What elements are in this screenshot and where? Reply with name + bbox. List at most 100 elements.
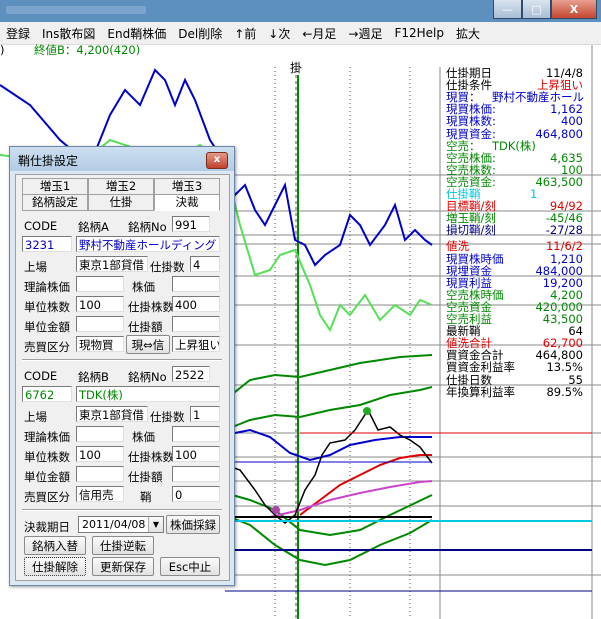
partial-label: )	[0, 43, 5, 57]
unit-amount-b-field[interactable]	[76, 466, 124, 482]
stock-no-a-field[interactable]: 991	[172, 216, 210, 232]
summary-value: -27/28	[545, 223, 583, 238]
menu-zoom[interactable]: 拡大	[450, 25, 486, 42]
stock-no-b-field[interactable]: 2522	[172, 366, 210, 382]
shares-a-label: 仕掛株数	[128, 300, 174, 314]
settle-date-label: 決裁期日	[24, 520, 70, 534]
trade-type-a-field[interactable]: 現物買	[76, 336, 124, 352]
menu-next[interactable]: ↓次	[262, 25, 296, 42]
price-label: 終値B：4,200(420)	[34, 43, 141, 57]
tab-add3[interactable]: 増玉3	[154, 178, 220, 195]
code-b-field[interactable]: 6762	[22, 386, 72, 402]
window-titlebar: — □ X	[0, 0, 601, 22]
market-b-field[interactable]: 東京1部貸借	[76, 406, 148, 422]
amount-a-label: 仕掛額	[128, 320, 163, 334]
spread-field[interactable]: 0	[172, 486, 220, 502]
section-divider	[22, 359, 222, 361]
amount-b-field[interactable]	[172, 466, 220, 482]
reverse-position-button[interactable]: 仕掛逆転	[92, 536, 154, 555]
code-a-field[interactable]: 3231	[22, 236, 72, 252]
maximize-button[interactable]: □	[522, 0, 551, 19]
spread-label: 鞘	[140, 490, 152, 504]
unit-shares-b-label: 単位株数	[24, 450, 70, 464]
unit-shares-a-field[interactable]: 100	[76, 296, 124, 312]
dialog-body: 増玉1 増玉2 増玉3 銘柄設定 仕掛 決裁 CODE 銘柄A 銘柄No 991…	[15, 174, 230, 581]
tab-settlement[interactable]: 決裁	[154, 194, 220, 211]
shares-b-label: 仕掛株数	[128, 450, 174, 464]
menu-help[interactable]: F12Help	[388, 26, 450, 40]
amount-a-field[interactable]	[172, 316, 220, 332]
price-b-label: 株価	[132, 430, 155, 444]
tab-add1[interactable]: 増玉1	[22, 178, 88, 195]
menu-delete[interactable]: Del削除	[172, 25, 228, 42]
price-a-label: 株価	[132, 280, 155, 294]
shares-a-field[interactable]: 400	[172, 296, 220, 312]
price-a-field[interactable]	[172, 276, 220, 292]
menu-prev[interactable]: ↑前	[228, 25, 262, 42]
window-title	[6, 6, 146, 14]
code-b-label: CODE	[24, 369, 58, 383]
stock-a-label: 銘柄A	[78, 220, 109, 234]
price-adopt-button[interactable]: 株価採録	[166, 515, 220, 534]
menu-bar: 登録 Ins散布図 End鞘株価 Del削除 ↑前 ↓次 ←月足 →週足 F12…	[0, 22, 601, 45]
save-button[interactable]: 更新保存	[92, 557, 154, 576]
section-divider	[22, 509, 222, 511]
price-b-field[interactable]	[172, 426, 220, 442]
band-lower-outer	[224, 514, 433, 567]
unit-amount-a-label: 単位金額	[24, 320, 70, 334]
market-a-field[interactable]: 東京1部貸借	[76, 256, 148, 272]
band-upper-mid	[224, 386, 433, 431]
count-b-field[interactable]: 1	[190, 406, 220, 422]
settle-date-select[interactable]: 2011/04/08 ▼	[78, 516, 164, 533]
low-marker	[272, 506, 280, 514]
tab-stock-settings[interactable]: 銘柄設定	[22, 194, 88, 211]
summary-value: 1	[530, 187, 538, 201]
moving-average-purple	[269, 480, 433, 518]
dialog-close-button[interactable]: x	[206, 152, 228, 169]
tab-add2[interactable]: 増玉2	[88, 178, 154, 195]
cancel-button[interactable]: Esc中止	[160, 557, 220, 576]
menu-spread-price[interactable]: End鞘株価	[101, 25, 172, 42]
market-b-label: 上場	[24, 410, 47, 424]
shares-b-field[interactable]: 100	[172, 446, 220, 462]
direction-field[interactable]: 上昇狙い	[172, 336, 220, 352]
summary-value: TDK(株)	[492, 138, 536, 153]
summary-label: 損切鞘/刻	[446, 223, 496, 238]
menu-scatter[interactable]: Ins散布図	[36, 25, 101, 42]
menu-monthly[interactable]: ←月足	[296, 25, 342, 42]
dialog-titlebar: 鞘仕掛設定 x	[10, 147, 234, 171]
stock-no-b-label: 銘柄No	[128, 370, 167, 384]
trade-type-b-field[interactable]: 信用売	[76, 486, 124, 502]
close-button[interactable]: X	[551, 0, 597, 19]
tab-position[interactable]: 仕掛	[88, 194, 154, 211]
minimize-button[interactable]: —	[493, 0, 522, 19]
stock-name-b-field[interactable]: TDK(株)	[76, 386, 220, 402]
count-b-label: 仕掛数	[150, 410, 185, 424]
high-marker	[363, 407, 371, 415]
window-controls: — □ X	[493, 0, 597, 19]
trade-type-a-label: 売買区分	[24, 340, 70, 354]
theory-price-a-label: 理論株価	[24, 280, 70, 294]
trade-type-b-label: 売買区分	[24, 490, 70, 504]
menu-register[interactable]: 登録	[0, 25, 36, 42]
count-a-field[interactable]: 4	[190, 256, 220, 272]
unit-shares-a-label: 単位株数	[24, 300, 70, 314]
settle-date-value: 2011/04/08	[82, 518, 146, 531]
cash-credit-toggle-button[interactable]: 現⇔信	[126, 335, 170, 354]
count-a-label: 仕掛数	[150, 260, 185, 274]
stock-name-a-field[interactable]: 野村不動産ホールディング	[76, 236, 220, 252]
position-settings-dialog: 鞘仕掛設定 x 増玉1 増玉2 増玉3 銘柄設定 仕掛 決裁 CODE 銘柄A …	[9, 146, 235, 586]
unit-amount-a-field[interactable]	[76, 316, 124, 332]
chevron-down-icon[interactable]: ▼	[148, 517, 163, 532]
unit-shares-b-field[interactable]: 100	[76, 446, 124, 462]
summary-value: 89.5%	[546, 384, 583, 399]
stock-b-label: 銘柄B	[78, 370, 109, 384]
stock-no-a-label: 銘柄No	[128, 220, 167, 234]
swap-stocks-button[interactable]: 銘柄入替	[24, 536, 86, 555]
theory-price-b-field[interactable]	[76, 426, 124, 442]
amount-b-label: 仕掛額	[128, 470, 163, 484]
market-a-label: 上場	[24, 260, 47, 274]
release-position-button[interactable]: 仕掛解除	[24, 557, 86, 576]
menu-weekly[interactable]: →週足	[342, 25, 388, 42]
theory-price-a-field[interactable]	[76, 276, 124, 292]
